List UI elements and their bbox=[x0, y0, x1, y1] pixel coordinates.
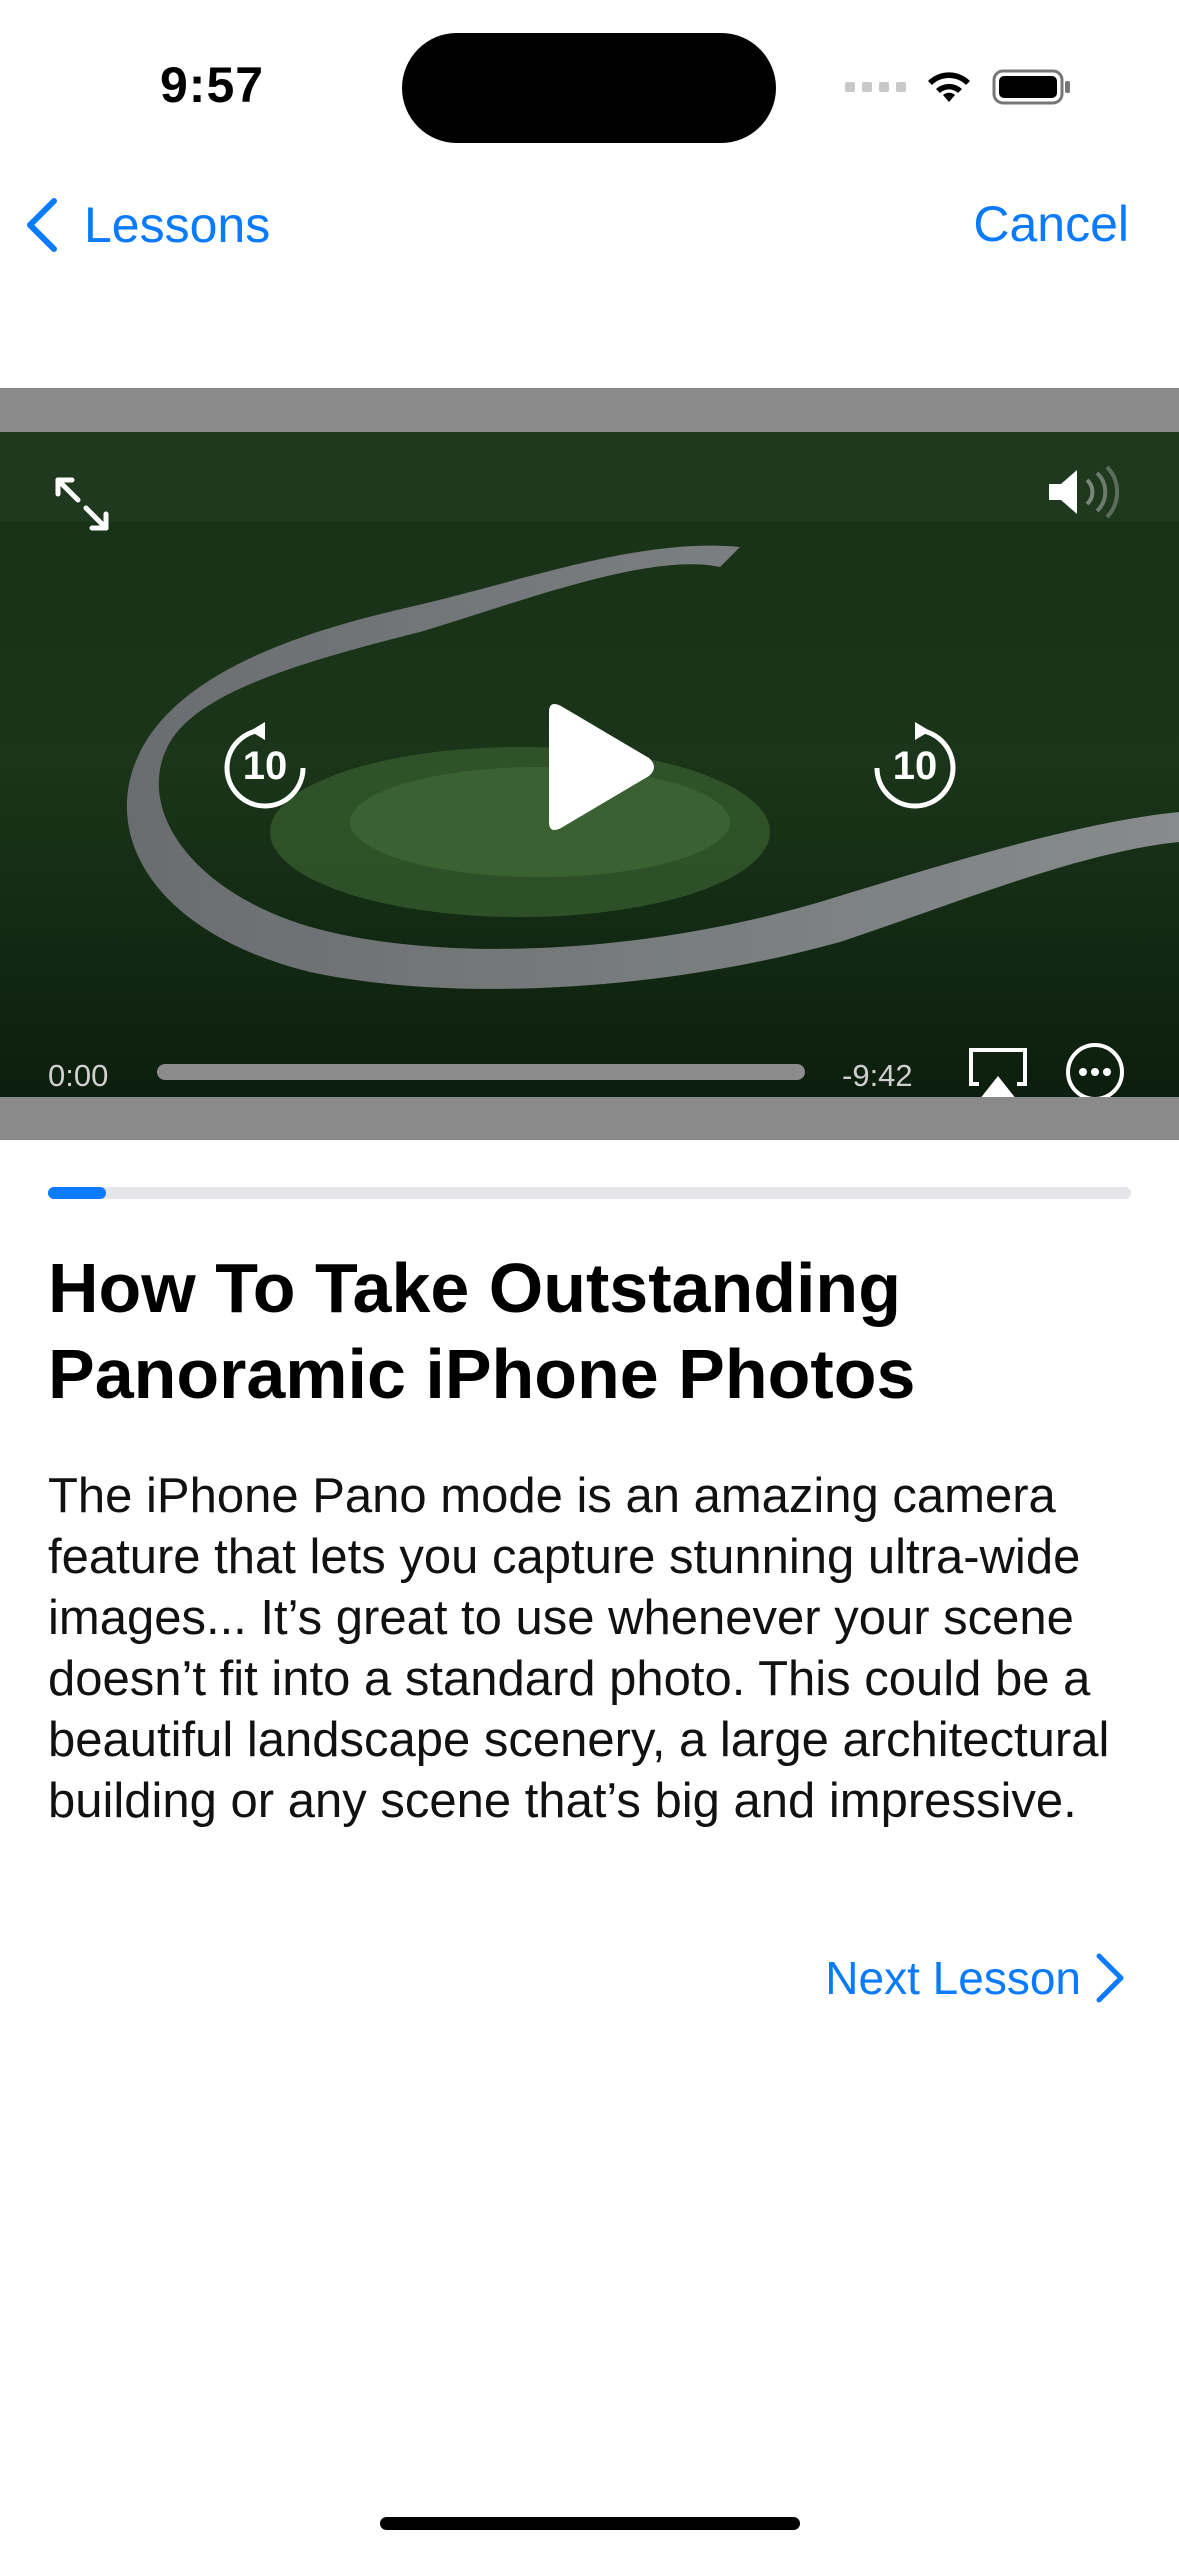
status-time: 9:57 bbox=[160, 57, 265, 113]
remaining-time: -9:42 bbox=[842, 1058, 913, 1093]
lesson-progress-fill bbox=[48, 1187, 106, 1199]
dynamic-island bbox=[402, 33, 776, 143]
battery-icon bbox=[992, 69, 1070, 105]
status-icons bbox=[845, 62, 1072, 112]
signal-icon bbox=[845, 82, 906, 92]
expand-icon[interactable] bbox=[52, 474, 112, 534]
more-icon[interactable] bbox=[1064, 1041, 1126, 1097]
chevron-left-icon bbox=[27, 198, 57, 252]
speaker-icon[interactable] bbox=[1045, 462, 1135, 522]
back-label: Lessons bbox=[84, 197, 271, 253]
lesson-progress-track bbox=[48, 1187, 1131, 1199]
lesson-title: How To Take Outstanding Panoramic iPhone… bbox=[48, 1245, 1138, 1417]
lesson-title-line-1: How To Take Outstanding bbox=[48, 1249, 901, 1327]
chevron-right-icon bbox=[1096, 1953, 1124, 2003]
home-indicator[interactable] bbox=[380, 2517, 800, 2530]
cancel-button[interactable]: Cancel bbox=[973, 195, 1129, 253]
lesson-title-line-2: Panoramic iPhone Photos bbox=[48, 1335, 916, 1413]
video-scrubber[interactable] bbox=[157, 1064, 805, 1080]
wifi-icon bbox=[928, 72, 970, 102]
airplay-icon[interactable] bbox=[965, 1044, 1031, 1097]
back-button[interactable]: Lessons bbox=[22, 195, 270, 255]
next-lesson-button[interactable]: Next Lesson bbox=[825, 1950, 1127, 2006]
skip-forward-button[interactable]: 10 bbox=[870, 722, 960, 812]
skip-forward-seconds: 10 bbox=[892, 744, 938, 788]
skip-back-button[interactable]: 10 bbox=[220, 722, 310, 812]
next-lesson-label: Next Lesson bbox=[825, 1952, 1081, 2004]
video-player[interactable]: 10 10 0:00 -9:42 bbox=[0, 432, 1179, 1097]
skip-back-seconds: 10 bbox=[242, 744, 288, 788]
lesson-description: The iPhone Pano mode is an amazing camer… bbox=[48, 1469, 1110, 1828]
elapsed-time: 0:00 bbox=[48, 1058, 109, 1093]
play-icon[interactable] bbox=[535, 700, 660, 835]
